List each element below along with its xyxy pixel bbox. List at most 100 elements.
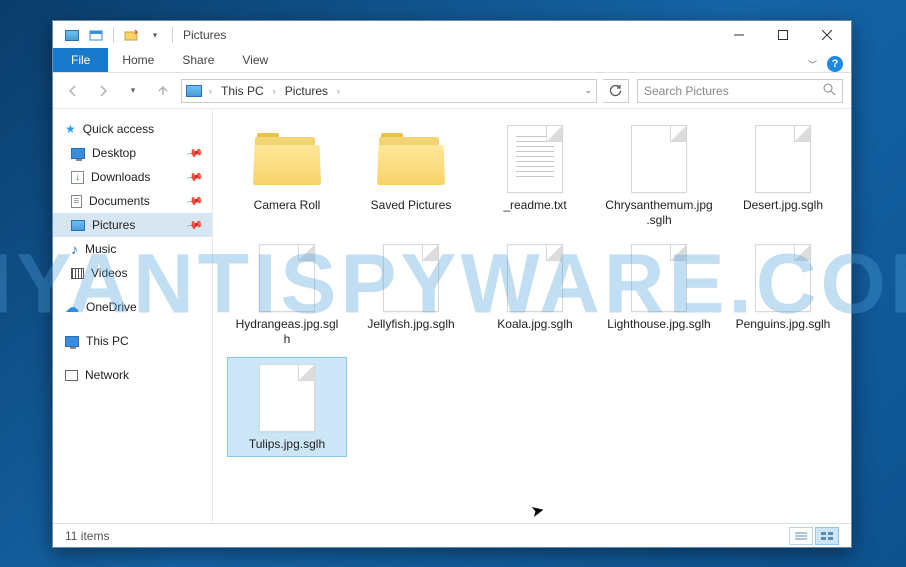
file-item[interactable]: Hydrangeas.jpg.sglh xyxy=(227,238,347,351)
item-label: Saved Pictures xyxy=(371,198,452,213)
sidebar-onedrive[interactable]: ☁OneDrive xyxy=(53,295,212,319)
sidebar-label: Documents xyxy=(89,194,150,208)
sidebar-label: Music xyxy=(85,242,116,256)
details-view-button[interactable] xyxy=(789,527,813,545)
recent-locations-button[interactable]: ▾ xyxy=(121,79,145,103)
maximize-button[interactable] xyxy=(761,21,805,49)
file-item[interactable]: Lighthouse.jpg.sglh xyxy=(599,238,719,351)
minimize-button[interactable] xyxy=(717,21,761,49)
qat-chevron-icon[interactable]: ▾ xyxy=(144,25,166,45)
refresh-button[interactable] xyxy=(603,79,629,103)
up-button[interactable] xyxy=(151,79,175,103)
star-icon: ★ xyxy=(65,122,76,136)
item-label: Penguins.jpg.sglh xyxy=(736,317,831,332)
back-button[interactable] xyxy=(61,79,85,103)
pin-icon: 📌 xyxy=(186,216,205,235)
sidebar-pictures[interactable]: Pictures 📌 xyxy=(53,213,212,237)
item-label: Jellyfish.jpg.sglh xyxy=(367,317,454,332)
text-file-icon xyxy=(507,125,563,193)
search-input[interactable]: Search Pictures xyxy=(637,79,843,103)
sidebar-downloads[interactable]: ↓Downloads📌 xyxy=(53,165,212,189)
view-toggles xyxy=(789,527,839,545)
navigation-pane: ★ Quick access Desktop 📌 ↓Downloads📌 Docum… xyxy=(53,109,213,523)
file-item[interactable]: Penguins.jpg.sglh xyxy=(723,238,843,351)
sidebar-desktop[interactable]: Desktop 📌 xyxy=(53,141,212,165)
videos-icon xyxy=(71,268,84,279)
breadcrumb-pictures[interactable]: Pictures xyxy=(283,84,330,98)
chevron-right-icon[interactable]: › xyxy=(334,86,343,96)
quick-access-toolbar: ▾ xyxy=(55,25,177,45)
desktop-icon xyxy=(71,148,85,159)
folder-item[interactable]: Saved Pictures xyxy=(351,119,471,232)
item-label: Chrysanthemum.jpg.sglh xyxy=(605,198,713,228)
item-label: Tulips.jpg.sglh xyxy=(249,437,325,452)
new-folder-icon[interactable] xyxy=(120,25,142,45)
file-item[interactable]: _readme.txt xyxy=(475,119,595,232)
file-icon xyxy=(631,244,687,312)
item-label: Camera Roll xyxy=(254,198,321,213)
sidebar-videos[interactable]: Videos xyxy=(53,261,212,285)
folder-icon xyxy=(253,133,321,185)
icons-view-button[interactable] xyxy=(815,527,839,545)
item-label: Desert.jpg.sglh xyxy=(743,198,823,213)
folder-item[interactable]: Camera Roll xyxy=(227,119,347,232)
file-item-selected[interactable]: Tulips.jpg.sglh xyxy=(227,357,347,457)
window-title: Pictures xyxy=(183,28,226,42)
file-item[interactable]: Jellyfish.jpg.sglh xyxy=(351,238,471,351)
share-tab[interactable]: Share xyxy=(168,48,228,72)
file-icon xyxy=(755,125,811,193)
search-placeholder: Search Pictures xyxy=(644,84,729,98)
app-icon xyxy=(61,25,83,45)
item-label: _readme.txt xyxy=(503,198,566,213)
item-count: 11 items xyxy=(65,529,109,543)
ribbon: File Home Share View ﹀ ? xyxy=(53,49,851,73)
home-tab[interactable]: Home xyxy=(108,48,168,72)
sidebar-this-pc[interactable]: This PC xyxy=(53,329,212,353)
file-item[interactable]: Koala.jpg.sglh xyxy=(475,238,595,351)
explorer-window: ▾ Pictures File Home Share View ﹀ ? ▾ › … xyxy=(52,20,852,548)
sidebar-label: Videos xyxy=(91,266,127,280)
title-bar: ▾ Pictures xyxy=(53,21,851,49)
view-tab[interactable]: View xyxy=(228,48,282,72)
sidebar-label: This PC xyxy=(86,334,129,348)
pc-icon xyxy=(65,336,79,347)
search-icon xyxy=(823,83,836,99)
sidebar-music[interactable]: ♪ Music xyxy=(53,237,212,261)
cloud-icon: ☁ xyxy=(65,299,79,316)
ribbon-expand-icon[interactable]: ﹀ xyxy=(808,58,817,71)
address-dropdown-icon[interactable]: ⌄ xyxy=(584,85,592,96)
file-icon xyxy=(259,244,315,312)
file-icon xyxy=(383,244,439,312)
help-icon[interactable]: ? xyxy=(827,56,843,72)
file-icon xyxy=(755,244,811,312)
network-icon xyxy=(65,370,78,381)
file-item[interactable]: Chrysanthemum.jpg.sglh xyxy=(599,119,719,232)
file-tab[interactable]: File xyxy=(53,48,108,72)
close-button[interactable] xyxy=(805,21,849,49)
sidebar-quick-access[interactable]: ★ Quick access xyxy=(53,117,212,141)
music-icon: ♪ xyxy=(71,241,78,257)
file-list[interactable]: Camera Roll Saved Pictures _readme.txt C… xyxy=(213,109,851,523)
sidebar-documents[interactable]: Documents📌 xyxy=(53,189,212,213)
address-bar[interactable]: › This PC › Pictures › ⌄ xyxy=(181,79,597,103)
properties-icon[interactable] xyxy=(85,25,107,45)
forward-button[interactable] xyxy=(91,79,115,103)
chevron-right-icon[interactable]: › xyxy=(206,86,215,96)
pin-icon: 📌 xyxy=(186,144,205,163)
file-icon xyxy=(259,364,315,432)
sidebar-label: Pictures xyxy=(92,218,135,232)
breadcrumb-this-pc[interactable]: This PC xyxy=(219,84,266,98)
item-label: Koala.jpg.sglh xyxy=(497,317,572,332)
sidebar-label: Quick access xyxy=(83,122,154,136)
sidebar-label: Network xyxy=(85,368,129,382)
body: ★ Quick access Desktop 📌 ↓Downloads📌 Docum… xyxy=(53,109,851,523)
file-icon xyxy=(507,244,563,312)
file-item[interactable]: Desert.jpg.sglh xyxy=(723,119,843,232)
navigation-bar: ▾ › This PC › Pictures › ⌄ Search Pictur… xyxy=(53,73,851,109)
pictures-icon xyxy=(71,220,85,231)
sidebar-label: Desktop xyxy=(92,146,136,160)
status-bar: 11 items xyxy=(53,523,851,547)
sidebar-network[interactable]: Network xyxy=(53,363,212,387)
chevron-right-icon[interactable]: › xyxy=(270,86,279,96)
downloads-icon: ↓ xyxy=(71,171,84,184)
